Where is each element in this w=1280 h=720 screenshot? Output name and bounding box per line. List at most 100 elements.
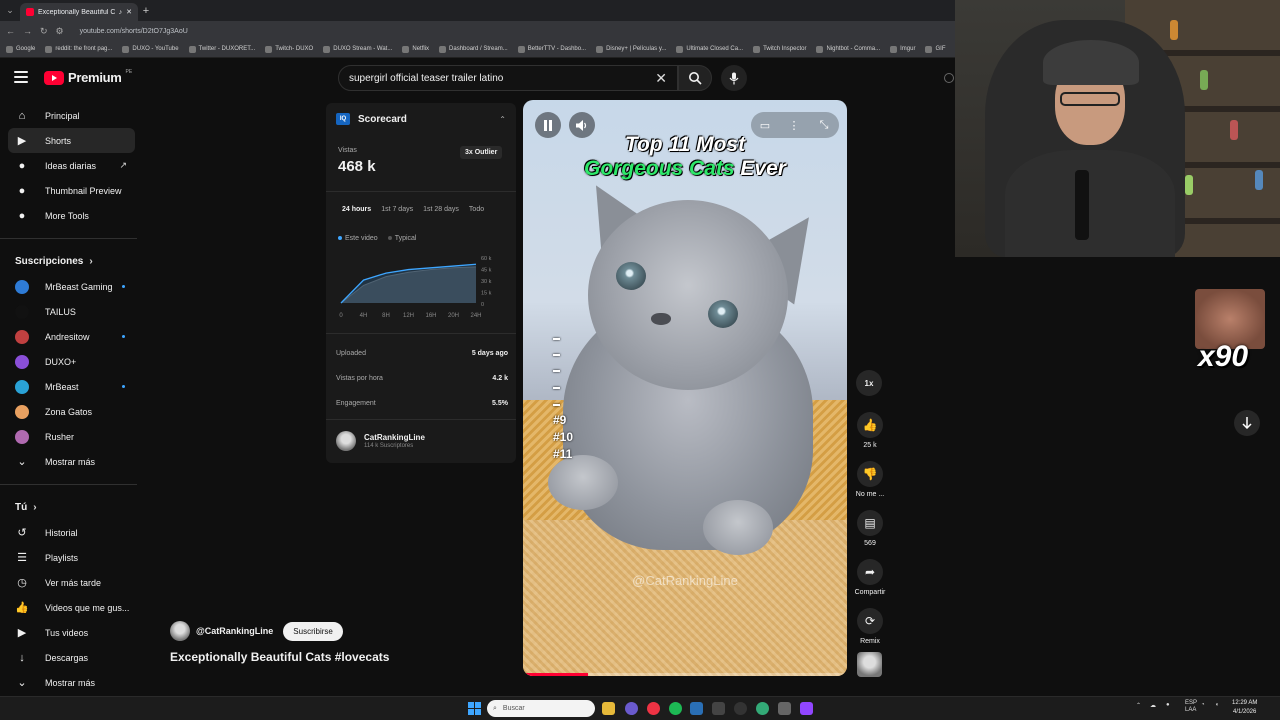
subscription-item[interactable]: MrBeast Gaming [0,274,145,299]
fullscreen-icon[interactable]: ⤡ [811,112,837,138]
taskbar-clock[interactable]: 12:29 AM 4/1/2026 [1232,699,1257,717]
show-more-subscriptions[interactable]: ⌄ Mostrar más [0,449,145,474]
subscription-item[interactable]: MrBeast [0,374,145,399]
volume-button[interactable] [569,112,595,138]
pause-button[interactable] [535,112,561,138]
search-button[interactable] [678,65,712,91]
browser-tab[interactable]: Exceptionally Beautiful Cat ♪ ✕ [20,3,138,21]
subscription-item[interactable]: Zona Gatos [0,399,145,424]
site-info-icon[interactable]: ⚙ [56,26,64,37]
bookmark-item[interactable]: DUXO - YouTube [122,45,179,53]
steam-icon[interactable] [690,702,703,715]
network-tray-icon[interactable]: ☁ [1150,702,1156,709]
sidebar-item-playlists[interactable]: ☰ Playlists [0,545,145,570]
bookmark-item[interactable]: Twitch Inspector [753,45,806,53]
channel-avatar[interactable] [170,621,190,641]
subscription-item[interactable]: TAILUS [0,299,145,324]
show-more-you[interactable]: ⌄ Mostrar más [0,670,145,695]
comment-icon[interactable]: ▤ [857,510,883,536]
reload-icon[interactable]: ↻ [40,26,48,37]
dislike-action[interactable]: 👎 No me ... [854,461,886,498]
comments-action[interactable]: ▤ 569 [854,510,886,547]
sidebar-item-ideas-diarias[interactable]: ● Ideas diarias ↗ [0,153,145,178]
bookmark-item[interactable]: Imgur [890,45,915,53]
back-icon[interactable]: ← [6,26,15,36]
volume-tray-icon[interactable]: ◖ [1215,702,1219,708]
sidebar-item-ver-m-s-tarde[interactable]: ◷ Ver más tarde [0,570,145,595]
wifi-icon[interactable]: ◔ [1201,702,1205,708]
next-short-button[interactable] [1234,410,1260,436]
app-icon[interactable] [712,702,725,715]
search-input[interactable]: supergirl official teaser trailer latino [349,73,655,84]
menu-icon[interactable] [14,71,28,83]
sidebar-item-principal[interactable]: ⌂ Principal [0,103,145,128]
channel-handle[interactable]: @CatRankingLine [196,626,273,636]
sidebar-item-tus-videos[interactable]: ▶ Tus videos [0,620,145,645]
more-options-icon[interactable]: ⋮ [781,112,807,138]
time-range-tab[interactable]: 24 hours [342,206,371,213]
share-action[interactable]: ➦ Compartir [854,559,886,596]
subscriptions-header[interactable]: Suscripciones › [0,249,145,274]
create-icon[interactable] [944,73,954,83]
bookmark-item[interactable]: DUXO Stream - Wat... [323,45,392,53]
sidebar-item-more-tools[interactable]: ● More Tools [0,203,145,228]
bookmark-item[interactable]: Twitch- DUXO [265,45,313,53]
like-action[interactable]: 👍 25 k [854,412,886,449]
app-icon[interactable] [734,702,747,715]
taskbar-search[interactable]: ⌕ Buscar [487,700,595,717]
file-explorer-icon[interactable] [602,702,615,715]
tab-audio-icon[interactable]: ♪ [119,9,123,16]
scorecard-channel[interactable]: CatRankingLine 114 k Suscriptores [336,431,425,451]
spotify-icon[interactable] [669,702,682,715]
settings-icon[interactable] [778,702,791,715]
tab-list-icon[interactable]: ⌄ [0,0,20,21]
tab-close-icon[interactable]: ✕ [126,8,132,16]
subscribe-button[interactable]: Suscribirse [283,621,343,641]
like-icon[interactable]: 👍 [857,412,883,438]
discord-icon[interactable] [625,702,638,715]
time-range-tab[interactable]: Todo [469,206,484,213]
sidebar-item-videos-que-me-gus[interactable]: 👍 Videos que me gus... [0,595,145,620]
subscription-item[interactable]: DUXO+ [0,349,145,374]
you-header[interactable]: Tú › [0,495,145,520]
app-icon[interactable] [756,702,769,715]
sidebar-item-shorts[interactable]: ▶ Shorts [8,128,135,153]
new-tab-button[interactable]: + [138,5,154,17]
video-progress-bar[interactable] [523,673,847,676]
voice-search-button[interactable] [721,65,747,91]
shorts-video-player[interactable]: Top 11 Most Gorgeous Cats Ever #9 #10 #1… [523,100,847,676]
chrome-icon[interactable] [647,702,660,715]
bookmark-item[interactable]: Ultimate Closed Ca... [676,45,743,53]
sound-thumbnail[interactable] [857,652,882,677]
bookmark-item[interactable]: Google [6,45,35,53]
bookmark-item[interactable]: Twitter - DUXORET... [188,45,255,53]
captions-icon[interactable]: ▭ [752,112,778,138]
dislike-icon[interactable]: 👎 [857,461,883,487]
url-field[interactable]: youtube.com/shorts/D2tO7Jg3AoU [72,28,196,35]
youtube-premium-logo[interactable]: Premium PE [44,69,132,85]
windows-start-icon[interactable] [468,702,481,715]
sidebar-item-thumbnail-preview[interactable]: ● Thumbnail Preview [0,178,145,203]
playback-speed-button[interactable]: 1x [856,370,882,396]
subscription-item[interactable]: Rusher [0,424,145,449]
language-indicator[interactable]: ESP LAA [1185,700,1197,714]
clear-search-icon[interactable]: ✕ [655,70,667,87]
microphone-tray-icon[interactable]: ● [1166,702,1170,708]
search-box[interactable]: supergirl official teaser trailer latino… [338,65,678,91]
remix-icon[interactable]: ⟳ [857,608,883,634]
twitch-icon[interactable] [800,702,813,715]
sidebar-item-historial[interactable]: ↺ Historial [0,520,145,545]
remix-action[interactable]: ⟳ Remix [854,608,886,645]
collapse-icon[interactable]: ⌃ [499,115,506,124]
share-icon[interactable]: ➦ [857,559,883,585]
bookmark-item[interactable]: BetterTTV - Dashbo... [517,45,586,53]
bookmark-item[interactable]: Netflix [402,45,429,53]
time-range-tab[interactable]: 1st 7 days [381,206,413,213]
bookmark-item[interactable]: Dashboard / Stream... [439,45,508,53]
tray-chevron-icon[interactable]: ⌃ [1136,702,1141,709]
subscription-item[interactable]: Andresitow [0,324,145,349]
bookmark-item[interactable]: GIF [925,45,945,53]
bookmark-item[interactable]: Disney+ | Películas y... [596,45,666,53]
bookmark-item[interactable]: reddit: the front pag... [45,45,112,53]
forward-icon[interactable]: → [23,26,32,36]
